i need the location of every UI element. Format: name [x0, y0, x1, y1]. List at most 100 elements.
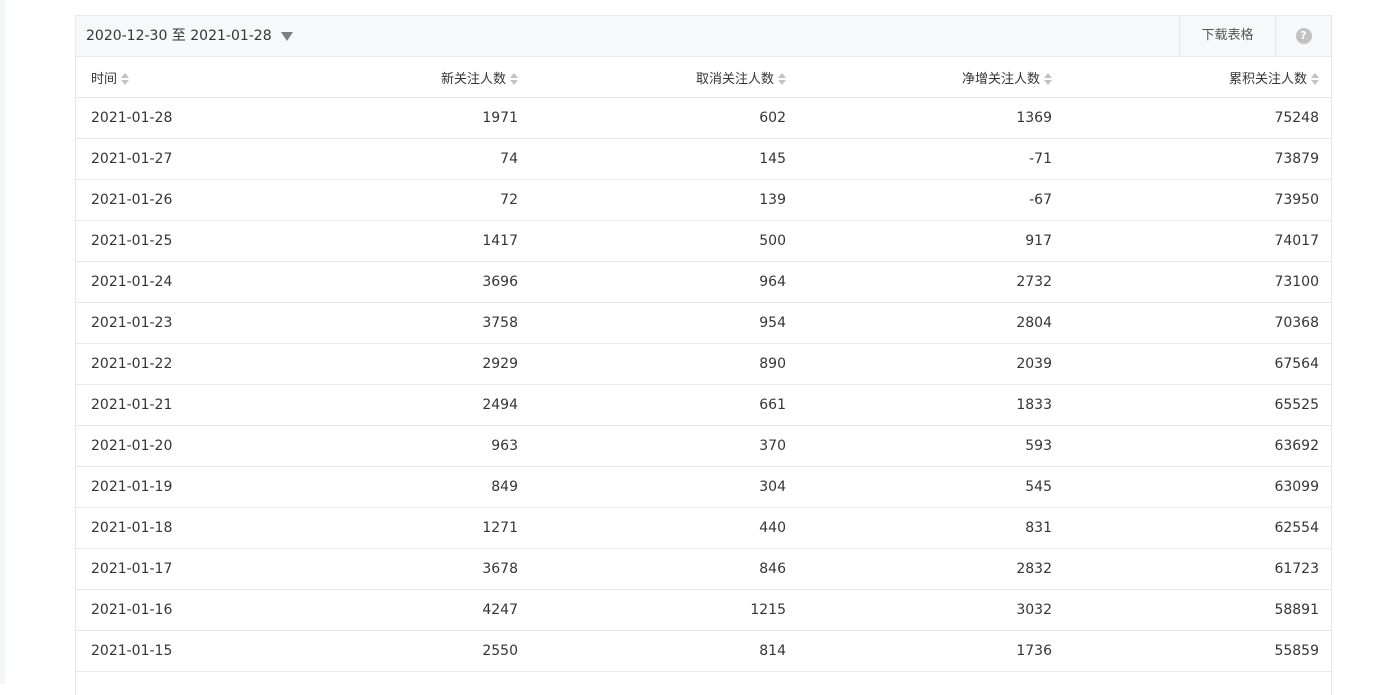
cell-new-followers: 3696: [255, 261, 520, 303]
cell-date: 2021-01-24: [76, 261, 255, 303]
cell-date: 2021-01-20: [76, 425, 255, 467]
column-header-label: 取消关注人数: [695, 71, 774, 87]
cell-total-followers: 73100: [1052, 261, 1331, 303]
cell-new-followers: 849: [255, 466, 520, 508]
table-toolbar: 2020-12-30 至 2021-01-28 下载表格 ?: [76, 16, 1331, 57]
followers-table-panel: 2020-12-30 至 2021-01-28 下载表格 ? 时间 新关注人数 取消…: [75, 15, 1332, 695]
cell-new-followers: 3758: [255, 302, 520, 344]
cell-net-followers: 831: [786, 507, 1052, 549]
cell-unfollows: 1215: [520, 589, 786, 631]
cell-unfollows: 139: [520, 179, 786, 221]
table-row: 2021-01-18 1271 440 831 62554: [76, 507, 1331, 549]
followers-table: 时间 新关注人数 取消关注人数 净增关注人数 累积关注人数 2021-01-28 1971…: [76, 57, 1331, 672]
cell-total-followers: 73950: [1052, 179, 1331, 221]
cell-total-followers: 70368: [1052, 302, 1331, 344]
table-row: 2021-01-17 3678 846 2832 61723: [76, 548, 1331, 590]
cell-date: 2021-01-19: [76, 466, 255, 508]
cell-total-followers: 74017: [1052, 220, 1331, 262]
cell-total-followers: 55859: [1052, 630, 1331, 672]
cell-unfollows: 602: [520, 97, 786, 139]
cell-net-followers: 1833: [786, 384, 1052, 426]
cell-date: 2021-01-15: [76, 630, 255, 672]
cell-unfollows: 500: [520, 220, 786, 262]
cell-new-followers: 963: [255, 425, 520, 467]
cell-new-followers: 4247: [255, 589, 520, 631]
cell-new-followers: 2494: [255, 384, 520, 426]
caret-down-icon: [280, 32, 293, 41]
column-header-new-followers[interactable]: 新关注人数: [255, 57, 520, 98]
table-row: 2021-01-23 3758 954 2804 70368: [76, 302, 1331, 344]
date-range-label: 2020-12-30 至 2021-01-28: [86, 28, 272, 44]
download-table-button[interactable]: 下载表格: [1179, 16, 1275, 56]
cell-total-followers: 63099: [1052, 466, 1331, 508]
cell-net-followers: 3032: [786, 589, 1052, 631]
table-row: 2021-01-21 2494 661 1833 65525: [76, 384, 1331, 426]
cell-date: 2021-01-16: [76, 589, 255, 631]
cell-net-followers: 2804: [786, 302, 1052, 344]
table-row: 2021-01-19 849 304 545 63099: [76, 466, 1331, 508]
column-header-label: 时间: [91, 71, 118, 87]
cell-date: 2021-01-22: [76, 343, 255, 385]
sort-icon[interactable]: [778, 73, 786, 85]
cell-new-followers: 1971: [255, 97, 520, 139]
column-header-total-followers[interactable]: 累积关注人数: [1052, 57, 1331, 98]
date-range-selector[interactable]: 2020-12-30 至 2021-01-28: [86, 16, 293, 56]
cell-unfollows: 814: [520, 630, 786, 672]
table-row: 2021-01-16 4247 1215 3032 58891: [76, 589, 1331, 631]
sort-icon[interactable]: [1311, 73, 1319, 85]
table-body: 2021-01-28 1971 602 1369 75248 2021-01-27 74 14…: [76, 97, 1331, 672]
cell-unfollows: 370: [520, 425, 786, 467]
cell-net-followers: 2039: [786, 343, 1052, 385]
cell-net-followers: -71: [786, 138, 1052, 180]
cell-new-followers: 1271: [255, 507, 520, 549]
sort-icon[interactable]: [1044, 73, 1052, 85]
cell-net-followers: 2832: [786, 548, 1052, 590]
cell-new-followers: 1417: [255, 220, 520, 262]
column-header-label: 净增关注人数: [961, 71, 1040, 87]
column-header-net-followers[interactable]: 净增关注人数: [786, 57, 1052, 98]
cell-unfollows: 661: [520, 384, 786, 426]
table-row: 2021-01-25 1417 500 917 74017: [76, 220, 1331, 262]
table-row: 2021-01-26 72 139 -67 73950: [76, 179, 1331, 221]
cell-total-followers: 62554: [1052, 507, 1331, 549]
cell-net-followers: 1369: [786, 97, 1052, 139]
cell-total-followers: 61723: [1052, 548, 1331, 590]
column-header-time[interactable]: 时间: [76, 57, 255, 98]
table-row: 2021-01-15 2550 814 1736 55859: [76, 630, 1331, 672]
sort-icon[interactable]: [121, 73, 130, 85]
cell-new-followers: 72: [255, 179, 520, 221]
cell-net-followers: 917: [786, 220, 1052, 262]
cell-date: 2021-01-17: [76, 548, 255, 590]
sort-icon[interactable]: [510, 73, 518, 85]
column-header-label: 新关注人数: [440, 71, 506, 87]
cell-date: 2021-01-21: [76, 384, 255, 426]
table-header-row: 时间 新关注人数 取消关注人数 净增关注人数 累积关注人数: [76, 57, 1331, 98]
cell-unfollows: 145: [520, 138, 786, 180]
table-row: 2021-01-28 1971 602 1369 75248: [76, 97, 1331, 139]
cell-unfollows: 890: [520, 343, 786, 385]
cell-unfollows: 304: [520, 466, 786, 508]
table-row: 2021-01-20 963 370 593 63692: [76, 425, 1331, 467]
page-left-gutter: [0, 0, 5, 684]
cell-unfollows: 440: [520, 507, 786, 549]
cell-date: 2021-01-25: [76, 220, 255, 262]
cell-total-followers: 73879: [1052, 138, 1331, 180]
cell-new-followers: 3678: [255, 548, 520, 590]
column-header-unfollows[interactable]: 取消关注人数: [520, 57, 786, 98]
cell-new-followers: 74: [255, 138, 520, 180]
cell-unfollows: 846: [520, 548, 786, 590]
cell-net-followers: 593: [786, 425, 1052, 467]
cell-total-followers: 75248: [1052, 97, 1331, 139]
cell-total-followers: 58891: [1052, 589, 1331, 631]
cell-net-followers: -67: [786, 179, 1052, 221]
cell-total-followers: 67564: [1052, 343, 1331, 385]
cell-date: 2021-01-26: [76, 179, 255, 221]
column-header-label: 累积关注人数: [1228, 71, 1307, 87]
cell-net-followers: 2732: [786, 261, 1052, 303]
cell-unfollows: 954: [520, 302, 786, 344]
help-button[interactable]: ?: [1275, 16, 1331, 56]
cell-total-followers: 65525: [1052, 384, 1331, 426]
question-mark-icon: ?: [1295, 28, 1312, 44]
cell-new-followers: 2550: [255, 630, 520, 672]
table-row: 2021-01-22 2929 890 2039 67564: [76, 343, 1331, 385]
